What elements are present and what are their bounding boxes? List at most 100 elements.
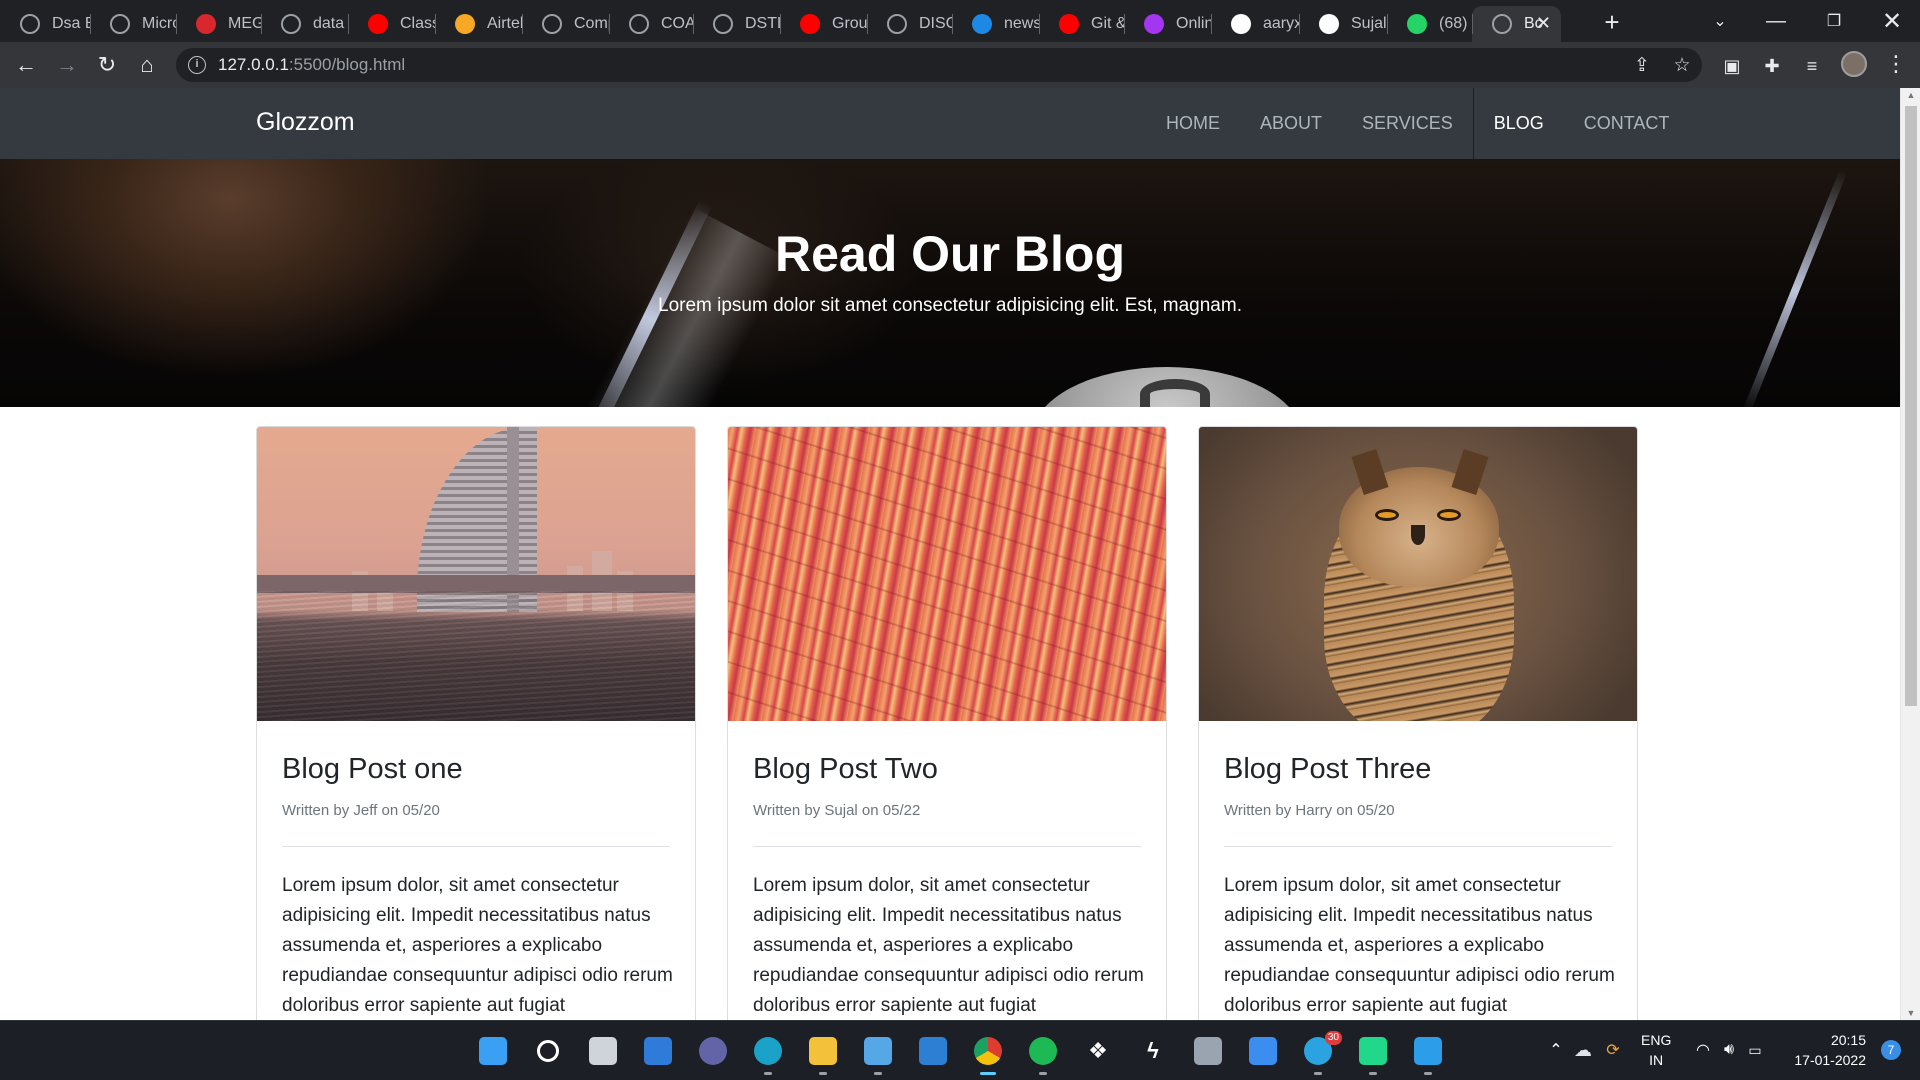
globe-icon bbox=[20, 14, 40, 34]
browser-tab[interactable]: Onlin bbox=[1124, 6, 1212, 42]
tab-search-icon[interactable]: ⌄ bbox=[1692, 0, 1748, 42]
browser-tab[interactable]: DSTL bbox=[693, 6, 781, 42]
blog-post-title[interactable]: Blog Post Three bbox=[1224, 753, 1431, 786]
pycharm-icon bbox=[1359, 1037, 1387, 1065]
onedrive-cloud-icon[interactable]: ☁ bbox=[1568, 1040, 1598, 1061]
browser-tab[interactable]: (68) V bbox=[1387, 6, 1473, 42]
browser-tab[interactable]: MEGA bbox=[176, 6, 262, 42]
profile-avatar[interactable] bbox=[1841, 51, 1867, 77]
sync-icon[interactable]: ⟳ bbox=[1598, 1040, 1628, 1060]
tab-separator bbox=[522, 14, 523, 34]
forward-arrow-icon[interactable]: → bbox=[51, 49, 83, 81]
taskbar-app[interactable] bbox=[1408, 1031, 1448, 1075]
browser-tab[interactable]: Grou bbox=[780, 6, 868, 42]
taskbar-app[interactable] bbox=[1023, 1031, 1063, 1075]
udemy-icon bbox=[1144, 14, 1164, 34]
browser-tab[interactable]: Airtel bbox=[435, 6, 523, 42]
extension-video-icon[interactable]: ▣ bbox=[1721, 55, 1743, 77]
browser-tab[interactable]: Dsa B bbox=[0, 6, 91, 42]
browser-tab[interactable]: Sujals bbox=[1299, 6, 1388, 42]
new-tab-button[interactable]: + bbox=[1598, 8, 1626, 36]
nav-link-contact[interactable]: CONTACT bbox=[1564, 88, 1690, 159]
whatsapp-icon bbox=[1407, 14, 1427, 34]
owl-ear bbox=[1451, 448, 1489, 496]
share-icon[interactable]: ⇪ bbox=[1631, 55, 1653, 77]
browser-tab-label: news bbox=[1004, 15, 1040, 32]
running-indicator bbox=[1424, 1072, 1432, 1075]
clock[interactable]: 20:15 17-01-2022 bbox=[1790, 1020, 1866, 1080]
taskbar-app[interactable] bbox=[473, 1031, 513, 1071]
taskbar-app[interactable]: 30 bbox=[1298, 1031, 1342, 1075]
browser-tab[interactable]: COA ( bbox=[609, 6, 694, 42]
scrollbar-thumb[interactable] bbox=[1905, 106, 1917, 706]
quick-settings[interactable]: ◠ 🔊︎ ▭ bbox=[1690, 1020, 1768, 1080]
taskbar-app[interactable] bbox=[968, 1031, 1008, 1075]
tab-separator bbox=[348, 14, 349, 34]
taskbar-app[interactable] bbox=[913, 1031, 953, 1071]
reload-icon[interactable]: ↻ bbox=[91, 49, 123, 81]
blog-post-title[interactable]: Blog Post one bbox=[282, 753, 463, 786]
browser-tab-label: Dsa B bbox=[52, 15, 91, 32]
page-scrollbar[interactable]: ▲ ▼ bbox=[1900, 88, 1920, 1020]
taskbar-app[interactable] bbox=[1243, 1031, 1283, 1071]
browser-tab-label: COA ( bbox=[661, 15, 694, 32]
browser-tab[interactable]: Class bbox=[348, 6, 436, 42]
restore-button[interactable]: ❐ bbox=[1806, 0, 1862, 42]
browser-tab[interactable]: DISCF bbox=[867, 6, 953, 42]
browser-menu-icon[interactable]: ⋮ bbox=[1885, 51, 1907, 77]
vscode-icon bbox=[1414, 1037, 1442, 1065]
hero-title: Read Our Blog bbox=[774, 226, 1126, 282]
minimize-button[interactable]: — bbox=[1748, 0, 1804, 42]
running-indicator bbox=[1369, 1072, 1377, 1075]
widgets-icon bbox=[644, 1037, 672, 1065]
show-hidden-icons-icon[interactable]: ⌃ bbox=[1544, 1040, 1568, 1060]
taskbar-app[interactable] bbox=[638, 1031, 678, 1071]
github-icon bbox=[1231, 14, 1251, 34]
notification-badge[interactable]: 7 bbox=[1881, 1040, 1901, 1060]
browser-tab[interactable]: news bbox=[952, 6, 1040, 42]
bookmark-star-icon[interactable]: ☆ bbox=[1671, 55, 1693, 77]
close-window-button[interactable]: ✕ bbox=[1864, 0, 1920, 42]
windows-start-icon bbox=[479, 1037, 507, 1065]
browser-tab[interactable]: Micro bbox=[90, 6, 177, 42]
site-info-icon[interactable]: i bbox=[188, 56, 206, 74]
taskbar-app[interactable]: ❖ bbox=[1078, 1031, 1118, 1071]
taskbar-app[interactable] bbox=[693, 1031, 733, 1071]
browser-tab[interactable]: data s bbox=[261, 6, 349, 42]
back-arrow-icon[interactable]: ← bbox=[10, 49, 42, 81]
blog-post-title[interactable]: Blog Post Two bbox=[753, 753, 938, 786]
taskbar-app[interactable]: ϟ bbox=[1133, 1031, 1173, 1071]
taskbar-app[interactable] bbox=[803, 1031, 843, 1075]
hero-banner: Read Our Blog Lorem ipsum dolor sit amet… bbox=[0, 159, 1900, 407]
taskbar-app[interactable] bbox=[748, 1031, 788, 1075]
nav-link-about[interactable]: ABOUT bbox=[1240, 88, 1342, 159]
home-icon[interactable]: ⌂ bbox=[131, 49, 163, 81]
browser-tab[interactable]: Git & bbox=[1039, 6, 1125, 42]
browser-tab-label: DISCF bbox=[919, 15, 953, 32]
site-brand[interactable]: Glozzom bbox=[256, 108, 355, 137]
close-tab-icon[interactable]: ✕ bbox=[1536, 13, 1551, 34]
extensions-puzzle-icon[interactable]: ✚ bbox=[1761, 55, 1783, 77]
taskbar-app[interactable] bbox=[583, 1031, 623, 1071]
taskbar-app[interactable] bbox=[1188, 1031, 1228, 1071]
scroll-up-arrow-icon[interactable]: ▲ bbox=[1906, 90, 1916, 100]
browser-tab[interactable]: Comp bbox=[522, 6, 610, 42]
taskbar-app[interactable] bbox=[858, 1031, 898, 1075]
tab-separator bbox=[1124, 14, 1125, 34]
tab-separator bbox=[1039, 14, 1040, 34]
browser-tab[interactable]: Bc ✕ bbox=[1472, 6, 1561, 42]
browser-tab-label: (68) V bbox=[1439, 15, 1473, 32]
taskbar-app[interactable] bbox=[528, 1031, 568, 1071]
browser-tab-label: DSTL bbox=[745, 15, 781, 32]
nav-link-home[interactable]: HOME bbox=[1146, 88, 1240, 159]
taskbar-app[interactable] bbox=[1353, 1031, 1393, 1075]
tab-separator bbox=[609, 14, 610, 34]
nav-link-services[interactable]: SERVICES bbox=[1342, 88, 1473, 159]
nav-link-blog[interactable]: BLOG bbox=[1472, 88, 1564, 159]
scroll-down-arrow-icon[interactable]: ▼ bbox=[1906, 1008, 1916, 1018]
media-queue-icon[interactable]: ≡ bbox=[1801, 55, 1823, 77]
blog-post-meta: Written by Sujal on 05/22 bbox=[753, 802, 921, 819]
language-indicator[interactable]: ENG IN bbox=[1641, 1020, 1671, 1080]
browser-tab[interactable]: aaryx bbox=[1211, 6, 1300, 42]
address-bar[interactable]: i 127.0.0.1:5500/blog.html ⇪ ☆ bbox=[176, 48, 1702, 82]
